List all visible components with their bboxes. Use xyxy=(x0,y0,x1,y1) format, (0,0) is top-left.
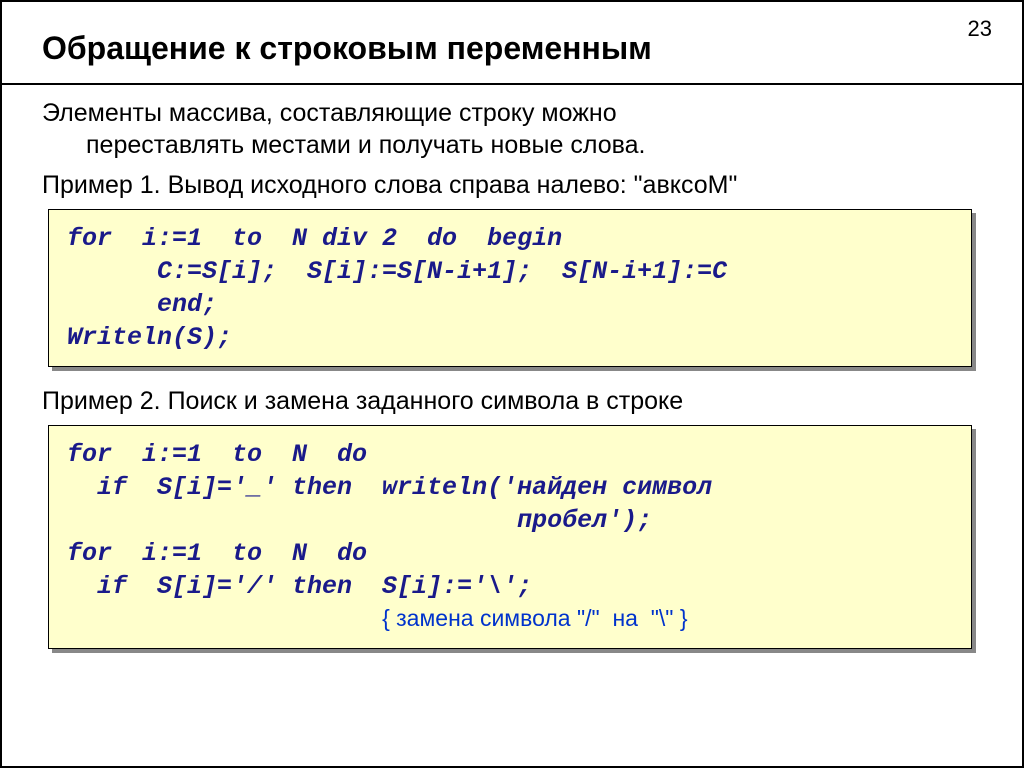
content-area: Элементы массива, составляющие строку мо… xyxy=(2,85,1022,649)
example1-code: for i:=1 to N div 2 do begin C:=S[i]; S[… xyxy=(48,209,972,367)
example2-code: for i:=1 to N do if S[i]='_' then writel… xyxy=(48,425,972,649)
intro-paragraph: Элементы массива, составляющие строку мо… xyxy=(42,97,992,161)
example1-label: Пример 1. Вывод исходного слова справа н… xyxy=(42,169,992,201)
example2-comment: { замена символа "/" на "\" } xyxy=(382,605,687,631)
page-number: 23 xyxy=(968,16,992,42)
page-title: Обращение к строковым переменным xyxy=(2,2,1022,83)
example2-label: Пример 2. Поиск и замена заданного симво… xyxy=(42,385,992,417)
intro-line1: Элементы массива, составляющие строку мо… xyxy=(42,99,617,127)
intro-line2: переставлять местами и получать новые сл… xyxy=(42,129,992,161)
